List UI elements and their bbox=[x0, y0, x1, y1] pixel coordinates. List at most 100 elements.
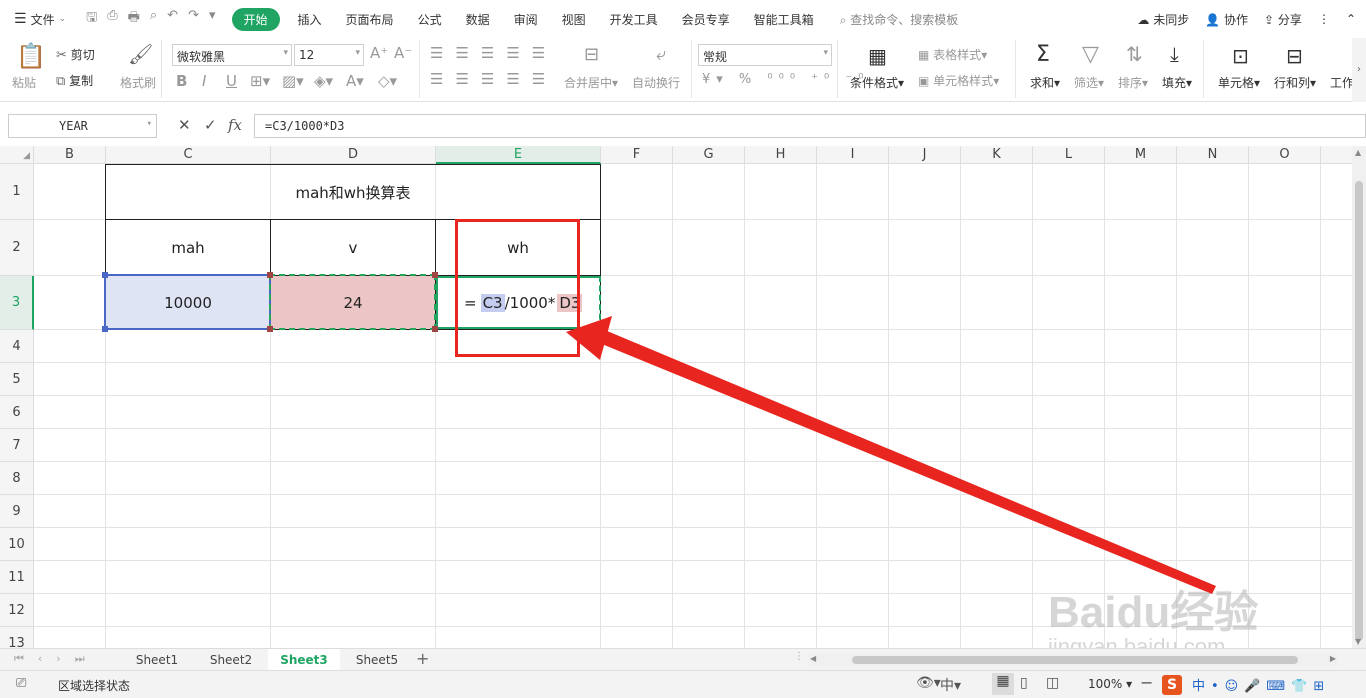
bucket-icon[interactable]: ◈▾ bbox=[314, 72, 333, 90]
tab-smart-tools[interactable]: 智能工具箱 bbox=[742, 11, 826, 28]
border-icon[interactable]: ⊞▾ bbox=[250, 72, 270, 90]
horizontal-align-icons[interactable]: ☰☰☰☰☰ bbox=[430, 70, 557, 88]
eye-icon[interactable]: 👁▾ bbox=[916, 675, 941, 691]
paste-icon[interactable]: 📋 bbox=[16, 44, 46, 68]
row-col-button[interactable]: 行和列▾ bbox=[1274, 74, 1316, 91]
command-search[interactable]: ⌕ 查找命令、搜索模板 bbox=[826, 11, 971, 28]
tab-insert[interactable]: 插入 bbox=[286, 11, 334, 28]
copy-button[interactable]: ⧉ 复制 bbox=[56, 72, 93, 89]
wrap-text-button[interactable]: 自动换行 bbox=[632, 74, 680, 91]
tab-home[interactable]: 开始 bbox=[231, 7, 280, 31]
share-button[interactable]: ⇪ 分享 bbox=[1264, 11, 1302, 28]
increase-font-icon[interactable]: A⁺ bbox=[370, 44, 388, 62]
splitter-handle[interactable]: ⋮ bbox=[794, 651, 804, 662]
fill-button[interactable]: 填充▾ bbox=[1162, 74, 1192, 91]
tab-view[interactable]: 视图 bbox=[550, 11, 598, 28]
add-sheet-icon[interactable]: + bbox=[416, 649, 429, 668]
more-options-icon[interactable]: ⋮ bbox=[1318, 12, 1330, 26]
sort-icon[interactable]: ⇅ bbox=[1126, 42, 1143, 66]
merge-center-button[interactable]: 合并居中▾ bbox=[564, 74, 618, 91]
ime-toolbar-icons[interactable]: 中•☺🎤⌨👕⊞ bbox=[1192, 675, 1330, 694]
cell-button[interactable]: 单元格▾ bbox=[1218, 74, 1260, 91]
sheet-nav-icons[interactable]: ⏮‹›⏭ bbox=[14, 652, 99, 666]
scroll-left-icon[interactable]: ◀ bbox=[810, 654, 816, 663]
filter-icon[interactable]: ▽ bbox=[1082, 42, 1099, 67]
table-style-button[interactable]: ▦ 表格样式▾ bbox=[918, 46, 987, 63]
confirm-icon[interactable]: ✓ bbox=[204, 116, 217, 134]
vertical-scrollbar[interactable]: ▲ ▼ bbox=[1352, 146, 1366, 648]
italic-icon[interactable]: I bbox=[202, 72, 206, 90]
collapse-ribbon-icon[interactable]: ⌃ bbox=[1346, 12, 1356, 26]
decrease-font-icon[interactable]: A⁻ bbox=[394, 44, 412, 62]
conditional-format-icon[interactable]: ▦ bbox=[868, 44, 887, 68]
wrap-icon[interactable]: ⤶ bbox=[656, 44, 666, 65]
collab-button[interactable]: 👤 协作 bbox=[1205, 11, 1248, 28]
zoom-level[interactable]: 100% ▾ bbox=[1088, 677, 1132, 691]
scroll-down-icon[interactable]: ▼ bbox=[1355, 637, 1361, 646]
language-icon[interactable]: 中▾ bbox=[940, 675, 961, 695]
cancel-icon[interactable]: ✕ bbox=[178, 116, 191, 134]
vertical-align-icons[interactable]: ☰☰☰☰☰ bbox=[430, 44, 557, 62]
sheet-tab-sheet2[interactable]: Sheet2 bbox=[196, 649, 266, 671]
scroll-up-icon[interactable]: ▲ bbox=[1355, 148, 1361, 157]
sum-button[interactable]: 求和▾ bbox=[1030, 74, 1060, 91]
brush-icon[interactable]: 🖌 bbox=[128, 44, 153, 64]
formula-input[interactable]: =C3/1000*D3 bbox=[254, 114, 1366, 138]
page-break-icon[interactable]: ◫ bbox=[1046, 675, 1059, 691]
zoom-out-icon[interactable]: − bbox=[1140, 673, 1153, 692]
redo-icon[interactable]: ↷ bbox=[188, 8, 199, 30]
font-size-select[interactable]: 12 ▾ bbox=[294, 44, 364, 66]
sort-button[interactable]: 排序▾ bbox=[1118, 74, 1148, 91]
sync-status[interactable]: ☁ 未同步 bbox=[1137, 11, 1189, 28]
sheet-tab-sheet5[interactable]: Sheet5 bbox=[342, 649, 412, 671]
tab-data[interactable]: 数据 bbox=[454, 11, 502, 28]
fill-down-icon[interactable]: ⤓ bbox=[1170, 42, 1179, 66]
cell-icon[interactable]: ⊡ bbox=[1232, 44, 1249, 68]
paste-button[interactable]: 粘贴 bbox=[12, 74, 36, 91]
print-icon[interactable]: 🖶 bbox=[128, 8, 140, 30]
format-painter-button[interactable]: 格式刷 bbox=[120, 74, 156, 91]
quick-access: 🖫 ⎙ 🖶 ⌕ ↶ ↷ ▾ bbox=[76, 8, 225, 30]
vertical-scroll-thumb[interactable] bbox=[1355, 181, 1363, 641]
print-preview-icon[interactable]: ⎙ bbox=[107, 8, 117, 30]
horizontal-scrollbar[interactable]: ◀ ▶ bbox=[808, 654, 1338, 666]
sum-icon[interactable]: Σ bbox=[1036, 42, 1050, 67]
undo-icon[interactable]: ↶ bbox=[167, 8, 178, 30]
bold-icon[interactable]: B bbox=[176, 72, 187, 90]
number-format-select[interactable]: 常规 ▾ bbox=[698, 44, 832, 66]
tab-developer[interactable]: 开发工具 bbox=[598, 11, 670, 28]
zoom-preview-icon[interactable]: ⌕ bbox=[150, 8, 157, 30]
name-box[interactable]: YEAR ▾ bbox=[8, 114, 157, 138]
normal-view-icon[interactable]: ▦ bbox=[992, 673, 1014, 695]
sheet-tab-sheet3[interactable]: Sheet3 bbox=[268, 649, 340, 671]
tab-formulas[interactable]: 公式 bbox=[406, 11, 454, 28]
save-icon[interactable]: 🖫 bbox=[86, 8, 97, 30]
font-color-icon[interactable]: A▾ bbox=[346, 72, 364, 90]
scroll-right-icon[interactable]: ▶ bbox=[1330, 654, 1336, 663]
more-icon[interactable]: ▾ bbox=[209, 8, 216, 30]
merge-icon[interactable]: ⊟ bbox=[584, 44, 599, 65]
page-layout-icon[interactable]: ▯ bbox=[1020, 675, 1028, 691]
filter-button[interactable]: 筛选▾ bbox=[1074, 74, 1104, 91]
underline-icon[interactable]: U bbox=[226, 72, 237, 90]
file-menu[interactable]: ☰ 文件 ⌄ bbox=[0, 11, 76, 28]
ime-logo-icon[interactable]: S bbox=[1162, 675, 1182, 695]
tab-page-layout[interactable]: 页面布局 bbox=[334, 11, 406, 28]
row-col-icon[interactable]: ⊟ bbox=[1286, 44, 1303, 68]
cell-style-button[interactable]: ▣ 单元格样式▾ bbox=[918, 72, 999, 89]
font-name-select[interactable]: 微软雅黑 ▾ bbox=[172, 44, 292, 66]
cut-button[interactable]: ✂ 剪切 bbox=[56, 46, 95, 63]
spreadsheet-grid[interactable]: ◢ B C D E F G H I J K L M N O 1 2 3 4 5 … bbox=[0, 146, 1352, 648]
clear-icon[interactable]: ◇▾ bbox=[378, 72, 397, 90]
conditional-format-button[interactable]: 条件格式▾ bbox=[850, 74, 904, 91]
horizontal-scroll-thumb[interactable] bbox=[852, 656, 1298, 664]
sheet-tab-sheet1[interactable]: Sheet1 bbox=[122, 649, 192, 671]
macro-icon[interactable]: ⎚ bbox=[16, 676, 26, 691]
tab-review[interactable]: 审阅 bbox=[502, 11, 550, 28]
tab-member[interactable]: 会员专享 bbox=[670, 11, 742, 28]
clipboard-group: 📋 粘贴 ✂ 剪切 ⧉ 复制 🖌 格式刷 bbox=[0, 40, 162, 98]
fx-icon[interactable]: fx bbox=[228, 116, 242, 134]
fill-color-icon[interactable]: ▨▾ bbox=[282, 72, 304, 90]
ribbon-scroll-right-icon[interactable]: › bbox=[1352, 38, 1366, 102]
worksheet-button[interactable]: 工作 bbox=[1330, 74, 1354, 91]
